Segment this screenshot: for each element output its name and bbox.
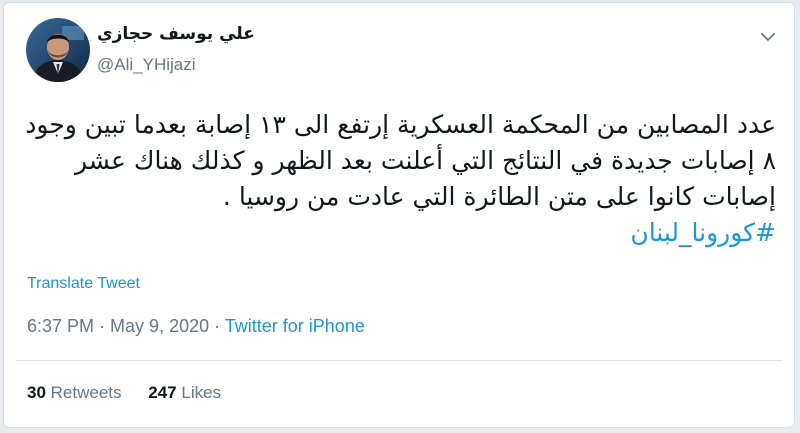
author-display-name[interactable]: علي يوسف حجازي [97, 24, 255, 44]
separator-dot: · [209, 316, 225, 336]
tweet-time[interactable]: 6:37 PM [27, 316, 94, 336]
divider [16, 360, 782, 361]
author-handle[interactable]: @Ali_YHijazi [97, 55, 196, 75]
tweet-date[interactable]: May 9, 2020 [110, 316, 209, 336]
hashtag-link[interactable]: #كورونا_لبنان [630, 218, 776, 247]
retweets-count: 30 [27, 383, 46, 402]
tweet-source-link[interactable]: Twitter for iPhone [225, 316, 365, 336]
retweets-stat[interactable]: 30 Retweets [27, 383, 122, 402]
retweets-label: Retweets [50, 383, 122, 402]
tweet-text-line: ٨ إصابات جديدة في النتائج التي أعلنت بعد… [74, 146, 776, 175]
likes-stat[interactable]: 247 Likes [148, 383, 221, 402]
separator-dot: · [94, 316, 111, 336]
tweet-text: عدد المصابين من المحكمة العسكرية إرتفع ا… [16, 107, 776, 251]
translate-tweet-link[interactable]: Translate Tweet [27, 275, 140, 293]
avatar[interactable] [26, 18, 90, 82]
tweet-metadata: 6:37 PM · May 9, 2020 · Twitter for iPho… [27, 316, 365, 337]
chevron-down-icon[interactable] [758, 27, 778, 47]
profile-photo-icon [26, 18, 90, 82]
tweet-card: علي يوسف حجازي @Ali_YHijazi عدد المصابين… [3, 2, 795, 428]
likes-count: 247 [148, 383, 177, 402]
tweet-text-line: عدد المصابين من المحكمة العسكرية إرتفع ا… [25, 110, 776, 139]
engagement-stats: 30 Retweets 247 Likes [27, 383, 243, 403]
likes-label: Likes [181, 383, 222, 402]
tweet-text-line: إصابات كانوا على متن الطائرة التي عادت م… [222, 182, 776, 211]
